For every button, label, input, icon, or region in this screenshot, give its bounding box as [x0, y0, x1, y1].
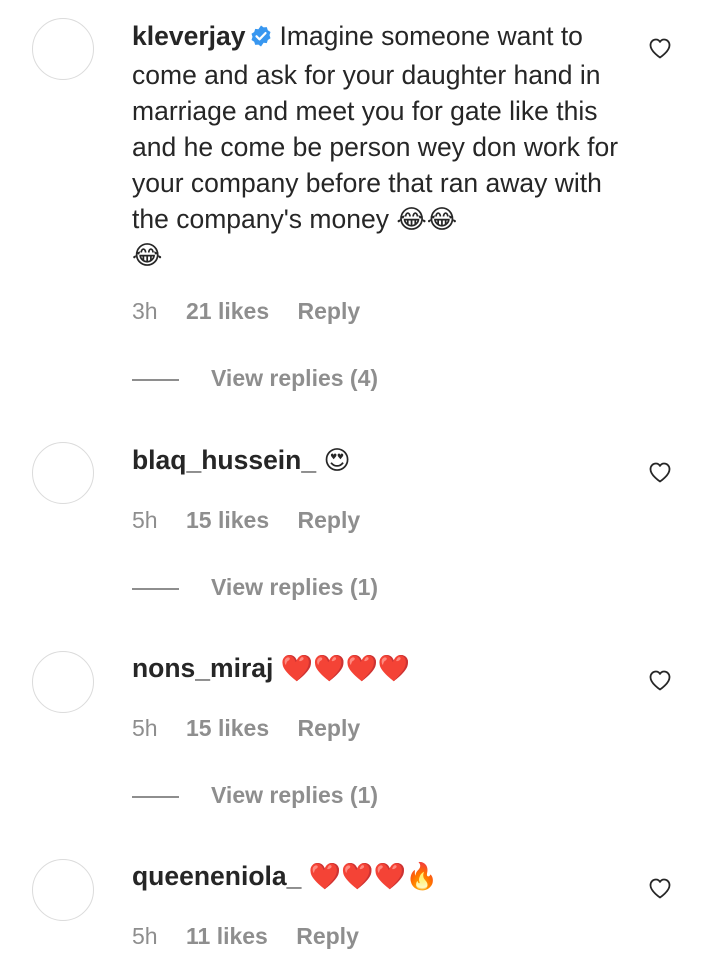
heart-outline-icon[interactable] [648, 461, 672, 483]
divider [132, 588, 179, 590]
likes-count[interactable]: 21 likes [186, 298, 269, 324]
avatar[interactable] [32, 18, 94, 80]
comment-text: 😍 [323, 445, 351, 475]
comment-emoji: 😂😂 [396, 204, 458, 234]
avatar[interactable] [32, 859, 94, 921]
avatar[interactable] [32, 651, 94, 713]
reply-button[interactable]: Reply [296, 923, 359, 949]
comment-body: queeneniola_ ❤️❤️❤️🔥 [132, 858, 622, 894]
comment-meta: 5h 15 likes Reply [132, 507, 382, 537]
comment-body: blaq_hussein_ 😍 [132, 442, 622, 478]
view-replies-button[interactable]: View replies (1) [132, 782, 378, 812]
reply-button[interactable]: Reply [298, 298, 361, 324]
divider [132, 796, 179, 798]
view-replies-label: View replies (1) [211, 782, 379, 808]
comment-text: ❤️❤️❤️❤️ [280, 653, 411, 683]
comment-meta: 5h 15 likes Reply [132, 715, 382, 745]
comment-meta: 3h 21 likes Reply [132, 298, 382, 328]
reply-button[interactable]: Reply [298, 507, 361, 533]
verified-badge-icon [249, 21, 273, 57]
comment-meta: 5h 11 likes Reply [132, 923, 381, 953]
avatar[interactable] [32, 442, 94, 504]
reply-button[interactable]: Reply [298, 715, 361, 741]
comment-text: Imagine someone want to come and ask for… [132, 21, 619, 234]
view-replies-button[interactable]: View replies (4) [132, 365, 378, 395]
likes-count[interactable]: 11 likes [186, 923, 268, 949]
comment-time: 5h [132, 507, 158, 533]
comment-username[interactable]: nons_miraj [132, 653, 273, 683]
comment-text: ❤️❤️❤️🔥 [308, 861, 439, 891]
comment-body: nons_miraj ❤️❤️❤️❤️ [132, 650, 622, 686]
likes-count[interactable]: 15 likes [186, 507, 269, 533]
view-replies-button[interactable]: View replies (1) [132, 574, 378, 604]
comment-username[interactable]: kleverjay [132, 21, 245, 51]
divider [132, 379, 179, 381]
comment-body: kleverjay Imagine someone want to come an… [132, 18, 622, 273]
comment-emoji: 😂 [132, 240, 163, 270]
heart-outline-icon[interactable] [648, 877, 672, 899]
comment-time: 5h [132, 715, 158, 741]
likes-count[interactable]: 15 likes [186, 715, 269, 741]
comment-username[interactable]: queeneniola_ [132, 861, 301, 891]
view-replies-label: View replies (4) [211, 365, 379, 391]
heart-outline-icon[interactable] [648, 37, 672, 59]
view-replies-label: View replies (1) [211, 574, 379, 600]
heart-outline-icon[interactable] [648, 669, 672, 691]
comment-time: 5h [132, 923, 158, 949]
comment-time: 3h [132, 298, 158, 324]
comment-username[interactable]: blaq_hussein_ [132, 445, 316, 475]
